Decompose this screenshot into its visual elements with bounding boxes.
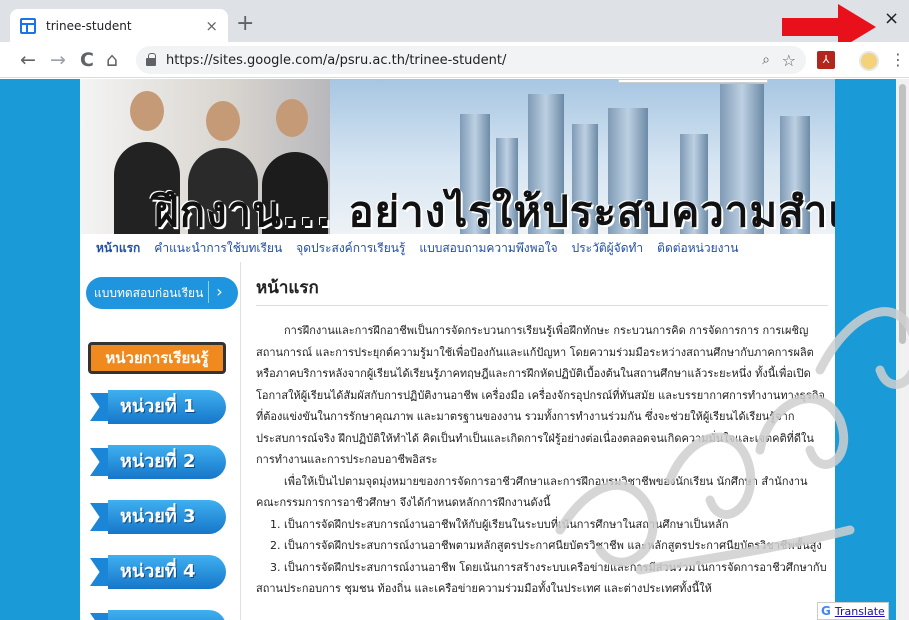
site-search-box[interactable] [618,79,768,83]
unit-1-button[interactable]: หน่วยที่ 1 [90,390,226,424]
header-banner: ฝึกงาน... อย่างไรให้ประสบความสำเร็จ [80,79,835,234]
google-g-icon: G [821,604,831,618]
scrollbar-thumb[interactable] [899,84,906,344]
main-content: หน้าแรก การฝึกงานและการฝึกอาชีพเป็นการจั… [256,262,828,620]
article-body: การฝึกงานและการฝึกอาชีพเป็นการจัดกระบวนก… [256,320,828,600]
sidebar-divider [240,262,241,620]
profile-avatar[interactable] [859,51,879,71]
pretest-label: แบบทดสอบก่อนเรียน [94,285,204,300]
nav-learning-objectives[interactable]: จุดประสงค์การเรียนรู้ [296,239,405,258]
sites-favicon-icon [20,17,36,34]
translate-link[interactable]: Translate [835,605,885,618]
units-header-banner[interactable]: หน่วยการเรียนรู้ [88,342,226,374]
list-item: 2. เป็นการจัดฝึกประสบการณ์งานอาชีพตามหลั… [270,539,822,552]
unit-2-button[interactable]: หน่วยที่ 2 [90,445,226,479]
banner-title: ฝึกงาน... อย่างไรให้ประสบความสำเร็จ [154,187,835,234]
page-title: หน้าแรก [256,278,319,298]
address-bar[interactable]: https://sites.google.com/a/psru.ac.th/tr… [136,46,806,74]
home-button[interactable]: ⌂ [106,48,118,72]
reload-button[interactable]: C [80,48,94,72]
new-tab-button[interactable]: + [236,13,254,35]
tab-strip: trinee-student × + × [0,0,909,50]
nav-contact[interactable]: ติดต่อหน่วยงาน [657,239,738,258]
google-translate-widget[interactable]: G Translate [817,602,889,620]
pretest-button[interactable]: แบบทดสอบก่อนเรียน › [86,277,238,309]
tab-close-icon[interactable]: × [205,17,218,35]
browser-menu-icon[interactable]: ⋮ [890,50,906,69]
forward-button[interactable]: → [50,48,66,72]
pdf-extension-icon[interactable]: ⅄ [817,51,835,69]
unit-label [108,610,226,620]
unit-3-button[interactable]: หน่วยที่ 3 [90,500,226,534]
chevron-right-icon: › [208,281,230,303]
unit-label: หน่วยที่ 3 [108,500,226,534]
zoom-icon[interactable]: ⌕ [762,52,770,68]
browser-tab[interactable]: trinee-student × [10,9,228,42]
back-button[interactable]: ← [20,48,36,72]
browser-toolbar: ← → C ⌂ https://sites.google.com/a/psru.… [0,42,909,78]
unit-5-button-partial[interactable] [90,610,226,620]
title-rule [256,305,828,306]
tab-title: trinee-student [46,18,132,33]
window-close-button[interactable]: × [884,8,899,29]
bookmark-star-icon[interactable]: ☆ [782,51,796,70]
nav-author-profile[interactable]: ประวัติผู้จัดทำ [572,239,644,258]
nav-home[interactable]: หน้าแรก [96,239,140,258]
top-navigation: หน้าแรก คำแนะนำการใช้บทเรียน จุดประสงค์ก… [80,234,835,262]
paragraph: การฝึกงานและการฝึกอาชีพเป็นการจัดกระบวนก… [256,324,825,466]
unit-label: หน่วยที่ 1 [108,390,226,424]
nav-usage-guide[interactable]: คำแนะนำการใช้บทเรียน [154,239,282,258]
unit-4-button[interactable]: หน่วยที่ 4 [90,555,226,589]
lock-icon [146,53,156,66]
url-text[interactable]: https://sites.google.com/a/psru.ac.th/tr… [166,53,506,68]
sidebar: แบบทดสอบก่อนเรียน › หน่วยการเรียนรู้ หน่… [80,262,240,620]
site-container: ฝึกงาน... อย่างไรให้ประสบความสำเร็จ หน้า… [80,79,835,620]
unit-label: หน่วยที่ 4 [108,555,226,589]
list-item: 1. เป็นการจัดฝึกประสบการณ์งานอาชีพให้กับ… [270,517,729,531]
unit-label: หน่วยที่ 2 [108,445,226,479]
nav-satisfaction-survey[interactable]: แบบสอบถามความพึงพอใจ [419,239,557,258]
paragraph: เพื่อให้เป็นไปตามจุดมุ่งหมายของการจัดการ… [256,474,808,510]
list-item: 3. เป็นการจัดฝึกประสบการณ์งานอาชีพ โดยเน… [256,560,827,596]
